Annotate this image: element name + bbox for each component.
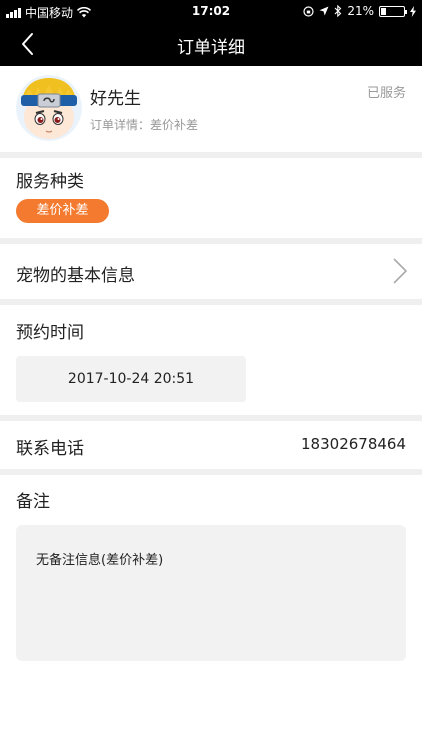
page-title: 订单详细	[177, 38, 245, 58]
section-divider	[0, 415, 422, 421]
user-name: 好先生	[90, 89, 141, 109]
remark-text: 无备注信息(差价补差)	[36, 553, 164, 568]
section-divider	[0, 299, 422, 305]
contact-phone-value[interactable]: 18302678464	[301, 435, 406, 453]
battery-fill	[381, 7, 386, 15]
status-bar: 中国移动 17:02 21%	[0, 0, 422, 22]
service-tag: 差价补差	[16, 199, 109, 223]
battery-percent: 21%	[347, 4, 374, 18]
service-type-title: 服务种类	[16, 172, 84, 192]
charging-icon	[410, 5, 416, 17]
status-right: 21%	[303, 4, 416, 18]
appointment-title: 预约时间	[16, 323, 84, 343]
order-detail-text: 订单详情：差价补差	[90, 118, 199, 132]
nav-bar: 订单详细	[0, 22, 422, 66]
user-card: 好先生 订单详情：差价补差 已服务	[0, 66, 422, 152]
remark-title: 备注	[16, 492, 50, 512]
section-divider	[0, 238, 422, 244]
chevron-right-icon	[393, 258, 408, 284]
appointment-time-value: 2017-10-24 20:51	[16, 356, 246, 402]
section-divider	[0, 152, 422, 158]
lock-rotation-icon	[303, 5, 314, 17]
order-status: 已服务	[366, 86, 406, 101]
pet-info-title: 宠物的基本信息	[16, 266, 135, 286]
pet-info-row[interactable]: 宠物的基本信息	[0, 245, 422, 299]
location-icon	[319, 6, 329, 16]
section-divider	[0, 469, 422, 475]
contact-phone-title: 联系电话	[16, 439, 84, 459]
bluetooth-icon	[334, 5, 342, 17]
avatar	[16, 75, 82, 141]
battery-icon	[379, 5, 407, 17]
remark-box: 无备注信息(差价补差)	[16, 525, 406, 661]
